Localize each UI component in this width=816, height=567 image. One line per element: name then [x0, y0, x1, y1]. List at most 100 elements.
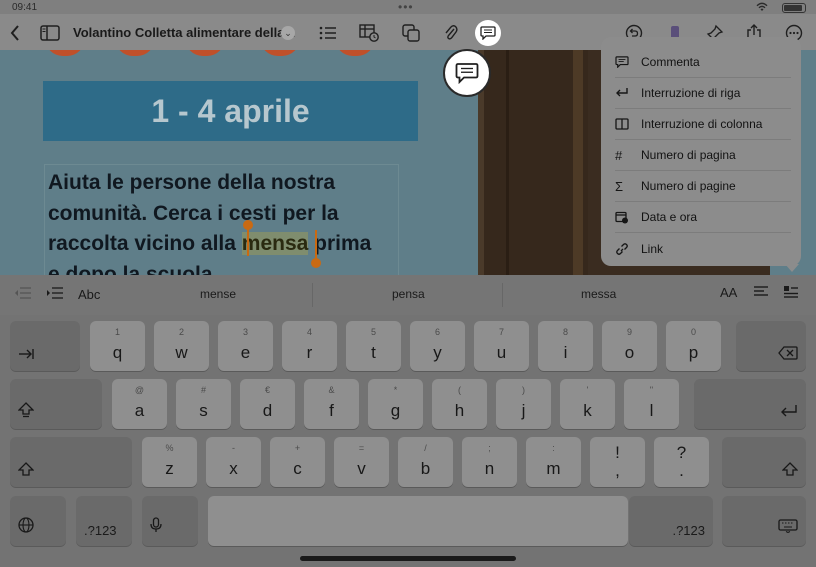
suggestion-word[interactable]: mense [200, 287, 236, 301]
selection-end-handle[interactable] [311, 258, 321, 268]
align-icon[interactable] [753, 285, 769, 302]
key-alt-label: : [552, 443, 555, 453]
comment-toolbar-button[interactable] [475, 20, 501, 46]
numbers-key-left[interactable]: .?123 [76, 496, 132, 546]
key-u[interactable]: 7u [474, 321, 529, 371]
key-v[interactable]: = v [334, 437, 389, 487]
key-y[interactable]: 6y [410, 321, 465, 371]
menu-item-column-break[interactable]: Interruzione di colonna [615, 109, 791, 140]
menu-item-comment[interactable]: Commenta [615, 47, 791, 78]
key-a[interactable]: @ a [112, 379, 167, 429]
date-banner[interactable]: 1 - 4 aprile [43, 81, 418, 141]
key-label: m [546, 459, 561, 478]
body-text[interactable]: Aiuta le persone della nostra comunità. … [48, 168, 408, 275]
key-alt-label: € [264, 385, 270, 395]
key-o[interactable]: 9o [602, 321, 657, 371]
key-f[interactable]: & f [304, 379, 359, 429]
key-alt-label: # [200, 385, 206, 395]
key-alt-label: ; [488, 443, 491, 453]
key-label: t [371, 343, 376, 362]
menu-item-line-break[interactable]: Interruzione di riga [615, 78, 791, 109]
key-j[interactable]: ) j [496, 379, 551, 429]
key-r[interactable]: 4r [282, 321, 337, 371]
comment-icon [455, 63, 479, 84]
insert-icon[interactable] [783, 285, 799, 302]
key-b[interactable]: / b [398, 437, 453, 487]
selection-start-line [247, 228, 249, 256]
delete-key[interactable] [736, 321, 806, 371]
key-c[interactable]: + c [270, 437, 325, 487]
caps-lock-key[interactable] [10, 379, 102, 429]
shapes-icon[interactable] [400, 22, 422, 44]
key-p[interactable]: 0p [666, 321, 721, 371]
key-label: j [521, 401, 526, 420]
key-t[interactable]: 5t [346, 321, 401, 371]
hide-keyboard-key[interactable] [722, 496, 806, 546]
indent-icon[interactable] [46, 286, 64, 303]
key-l[interactable]: " l [624, 379, 679, 429]
body-line: raccolta vicino alla mensa prima [48, 232, 372, 255]
key-alt-label: 3 [242, 327, 248, 337]
key-e[interactable]: 3e [218, 321, 273, 371]
key-alt-label: ) [522, 385, 525, 395]
list-icon[interactable] [317, 22, 339, 44]
menu-item-page-count[interactable]: Σ Numero di pagine [615, 171, 791, 202]
space-key[interactable] [208, 496, 628, 546]
key-exclamation[interactable]: !, [590, 437, 645, 487]
table-icon[interactable] [358, 22, 380, 44]
key-g[interactable]: * g [368, 379, 423, 429]
key-alt-label: 7 [498, 327, 504, 337]
backspace-icon [778, 346, 798, 365]
outdent-icon[interactable] [14, 286, 32, 303]
key-n[interactable]: ; n [462, 437, 517, 487]
key-alt-label: " [649, 385, 654, 395]
key-alt-label: 0 [690, 327, 696, 337]
shift-right-key[interactable] [722, 437, 806, 487]
shift-left-key[interactable] [10, 437, 132, 487]
back-chevron-icon[interactable] [4, 22, 26, 44]
key-label: k [583, 401, 592, 420]
key-label: i [563, 343, 568, 362]
key-h[interactable]: (h [432, 379, 487, 429]
key-s[interactable]: # s [176, 379, 231, 429]
caps-lock-icon [17, 402, 35, 423]
suggestion-word[interactable]: pensa [392, 287, 425, 301]
key-i[interactable]: 8i [538, 321, 593, 371]
text-style-abc[interactable]: Abc [78, 287, 100, 302]
poster-header-letters [45, 50, 405, 60]
multitasking-dots[interactable]: ••• [398, 0, 414, 14]
menu-item-link[interactable]: Link [615, 233, 791, 264]
menu-item-page-number[interactable]: # Numero di pagina [615, 140, 791, 171]
suggestion-word[interactable]: messa [581, 287, 616, 301]
tab-key[interactable] [10, 321, 80, 371]
sigma-icon: Σ [615, 178, 624, 194]
title-chevron-down-icon[interactable]: ⌄ [281, 26, 295, 40]
key-alt-label: / [424, 443, 427, 453]
font-size-button[interactable]: AA [720, 285, 737, 300]
key-w[interactable]: 2w [154, 321, 209, 371]
dictation-key[interactable] [142, 496, 198, 546]
suggestion-divider [502, 283, 503, 307]
sidebar-icon[interactable] [39, 22, 61, 44]
return-key[interactable] [694, 379, 806, 429]
numbers-key-right[interactable]: .?123 [629, 496, 713, 546]
document-title[interactable]: Volantino Colletta alimentare della... [73, 25, 295, 40]
selected-word[interactable]: mensa [241, 232, 309, 255]
status-time: 09:41 [12, 2, 38, 13]
key-d[interactable]: € d [240, 379, 295, 429]
key-x[interactable]: -x [206, 437, 261, 487]
shift-icon [17, 462, 35, 481]
key-label: u [496, 343, 507, 362]
key-alt-label: 4 [306, 327, 312, 337]
globe-key[interactable] [10, 496, 66, 546]
key-k[interactable]: ' k [560, 379, 615, 429]
paperclip-icon[interactable] [440, 22, 462, 44]
key-m[interactable]: :m [526, 437, 581, 487]
menu-item-date-time[interactable]: Data e ora [615, 202, 791, 233]
key-q[interactable]: 1q [90, 321, 145, 371]
comment-zoom-bubble [443, 49, 491, 97]
key-z[interactable]: % z [142, 437, 197, 487]
key-question[interactable]: ?. [654, 437, 709, 487]
body-line: e dopo la scuola. [48, 262, 219, 276]
key-label: a [134, 401, 145, 420]
